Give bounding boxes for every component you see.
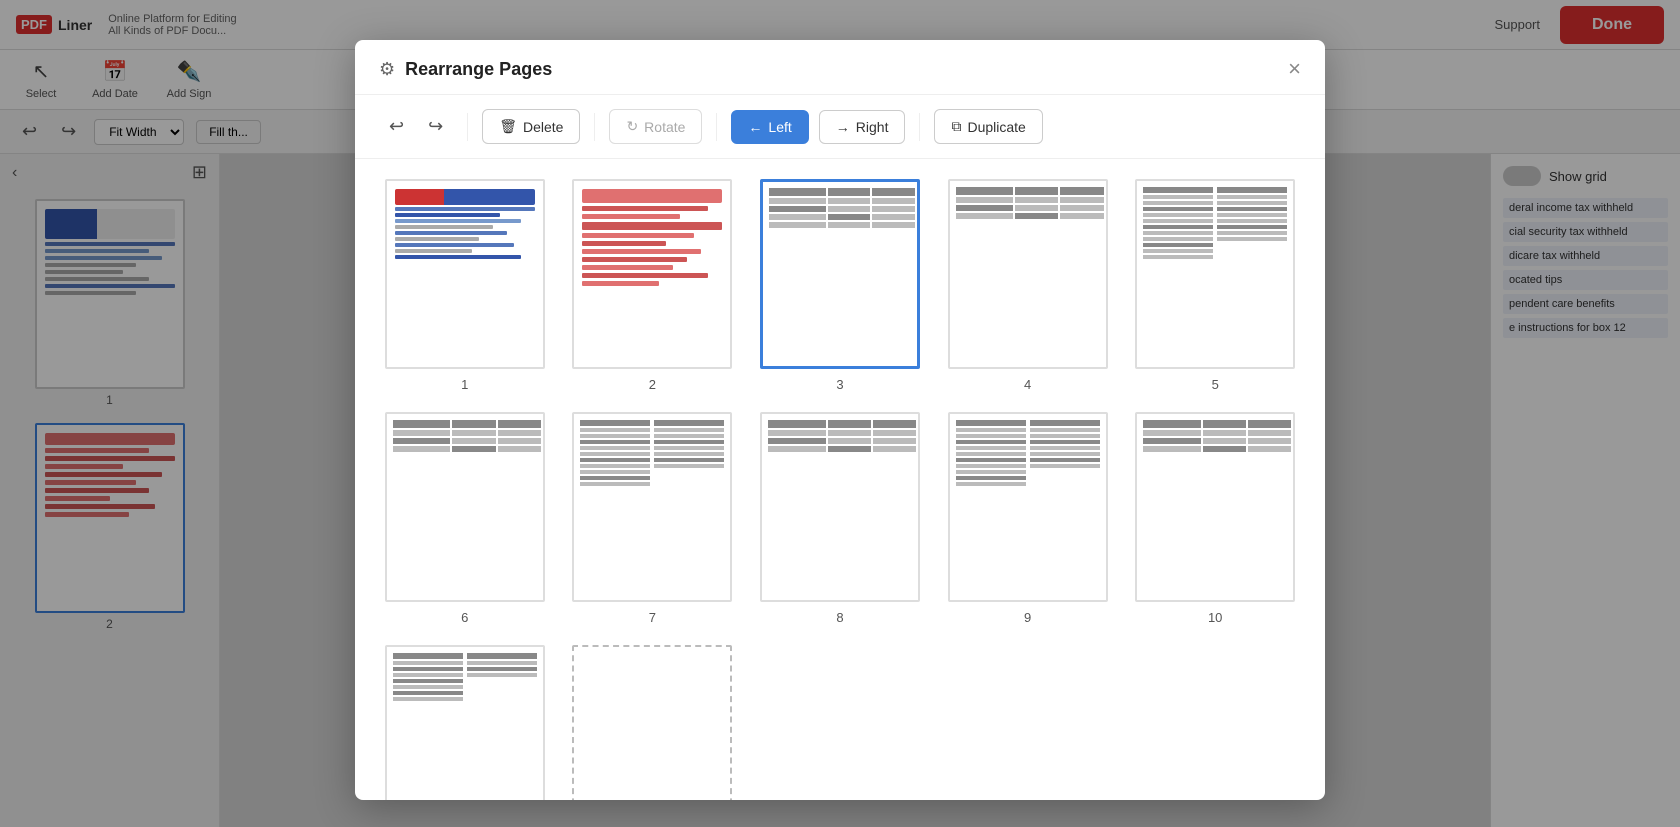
separator-2: [594, 113, 595, 141]
left-button[interactable]: ← Left: [731, 110, 808, 144]
redo-button[interactable]: ↪: [418, 110, 453, 143]
modal-close-button[interactable]: ×: [1288, 58, 1301, 80]
page-num-9: 9: [1024, 610, 1031, 625]
separator-3: [716, 113, 717, 141]
right-button[interactable]: → Right: [819, 110, 906, 144]
left-label: Left: [768, 119, 791, 135]
page-item-8[interactable]: 8: [754, 412, 926, 625]
page-num-2: 2: [649, 377, 656, 392]
page-item-4[interactable]: 4: [942, 179, 1114, 392]
modal-toolbar: ↩ ↪ 🗑 Delete ↻ Rotate ← Left → Right: [355, 95, 1325, 159]
page-num-1: 1: [461, 377, 468, 392]
page-item-12[interactable]: [567, 645, 739, 800]
page-num-7: 7: [649, 610, 656, 625]
page-item-2[interactable]: 2: [567, 179, 739, 392]
page-thumb-10: [1135, 412, 1295, 602]
page-num-5: 5: [1212, 377, 1219, 392]
page-item-6[interactable]: 6: [379, 412, 551, 625]
page-item-11[interactable]: 11: [379, 645, 551, 800]
page-thumb-7: [572, 412, 732, 602]
page-thumb-11: [385, 645, 545, 800]
page-thumb-8: [760, 412, 920, 602]
right-label: Right: [856, 119, 889, 135]
page-item-1[interactable]: 1: [379, 179, 551, 392]
separator-1: [467, 113, 468, 141]
page-thumb-5: [1135, 179, 1295, 369]
rearrange-modal: ⚙ Rearrange Pages × ↩ ↪ 🗑 Delete ↻ Rotat…: [355, 40, 1325, 800]
page-thumb-6: [385, 412, 545, 602]
page-num-8: 8: [836, 610, 843, 625]
pages-grid: 1: [379, 179, 1301, 800]
modal-overlay: ⚙ Rearrange Pages × ↩ ↪ 🗑 Delete ↻ Rotat…: [0, 0, 1680, 827]
modal-header: ⚙ Rearrange Pages ×: [355, 40, 1325, 95]
undo-redo-group: ↩ ↪: [379, 110, 453, 143]
modal-title: Rearrange Pages: [405, 59, 552, 80]
page-thumb-2: [572, 179, 732, 369]
page-thumb-9: [948, 412, 1108, 602]
page-num-6: 6: [461, 610, 468, 625]
page-thumb-1: [385, 179, 545, 369]
right-arrow-icon: →: [836, 119, 850, 135]
page-num-3: 3: [836, 377, 843, 392]
rotate-icon: ↻: [626, 118, 638, 135]
page-thumb-4: [948, 179, 1108, 369]
page-thumb-3: [760, 179, 920, 369]
duplicate-label: Duplicate: [967, 119, 1025, 135]
modal-settings-icon: ⚙: [379, 59, 395, 80]
page-item-5[interactable]: 5: [1129, 179, 1301, 392]
page-num-10: 10: [1208, 610, 1222, 625]
delete-label: Delete: [523, 119, 563, 135]
left-arrow-icon: ←: [748, 119, 762, 135]
page-item-3[interactable]: 3: [754, 179, 926, 392]
modal-body: 1: [355, 159, 1325, 800]
undo-button[interactable]: ↩: [379, 110, 414, 143]
delete-button[interactable]: 🗑 Delete: [482, 109, 580, 144]
rotate-button[interactable]: ↻ Rotate: [609, 109, 702, 144]
trash-icon: 🗑: [499, 118, 517, 135]
page-item-9[interactable]: 9: [942, 412, 1114, 625]
modal-title-row: ⚙ Rearrange Pages: [379, 59, 552, 80]
duplicate-icon: ⧉: [951, 118, 961, 135]
page-item-10[interactable]: 10: [1129, 412, 1301, 625]
page-item-7[interactable]: 7: [567, 412, 739, 625]
page-thumb-12: [572, 645, 732, 800]
separator-4: [919, 113, 920, 141]
page-num-4: 4: [1024, 377, 1031, 392]
duplicate-button[interactable]: ⧉ Duplicate: [934, 109, 1042, 144]
rotate-label: Rotate: [644, 119, 685, 135]
